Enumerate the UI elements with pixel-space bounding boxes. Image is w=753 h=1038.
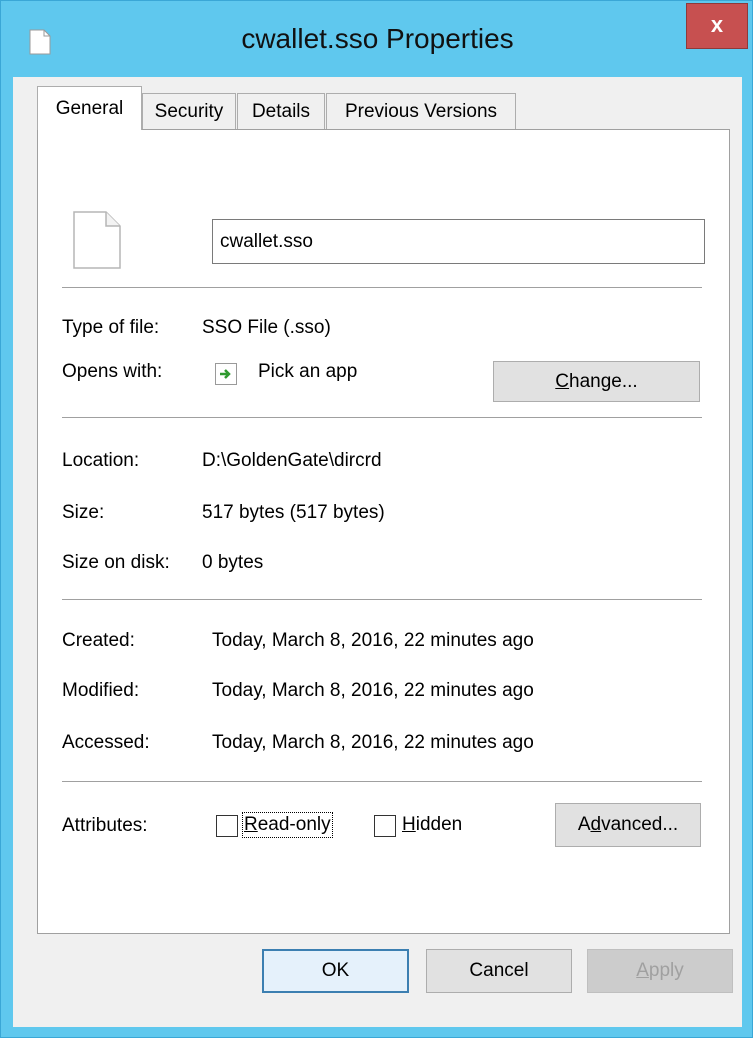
general-tab-panel: cwallet.sso Type of file: SSO File (.sso… (37, 129, 730, 934)
tab-details[interactable]: Details (237, 93, 325, 129)
apply-accel: A (636, 960, 649, 981)
hidden-checkbox[interactable] (374, 815, 396, 837)
hidden-text: idden (415, 814, 463, 835)
apply-text: pply (648, 960, 684, 981)
modified-value: Today, March 8, 2016, 22 minutes ago (212, 680, 534, 701)
size-label: Size: (62, 502, 105, 523)
change-accel: C (555, 371, 570, 392)
opens-with-value: Pick an app (258, 361, 358, 382)
cancel-label: Cancel (469, 960, 529, 981)
read-only-accel: R (244, 814, 258, 835)
advanced-pre: A (577, 814, 591, 835)
separator (62, 287, 702, 288)
ok-button[interactable]: OK (262, 949, 409, 993)
advanced-button[interactable]: Advanced... (555, 803, 701, 847)
type-of-file-value: SSO File (.sso) (202, 317, 331, 338)
separator (62, 599, 702, 600)
modified-label: Modified: (62, 680, 140, 701)
created-label: Created: (62, 630, 135, 651)
file-name-text: cwallet.sso (220, 231, 313, 252)
accessed-label: Accessed: (62, 732, 150, 753)
apply-button[interactable]: Apply (587, 949, 733, 993)
tab-security[interactable]: Security (142, 93, 236, 129)
hidden-label[interactable]: Hidden (402, 814, 462, 836)
hidden-accel: H (402, 814, 416, 835)
separator (62, 417, 702, 418)
opens-with-label: Opens with: (62, 361, 163, 382)
file-icon (73, 211, 121, 269)
attributes-label: Attributes: (62, 815, 148, 836)
title-bar[interactable]: cwallet.sso Properties x (1, 1, 753, 77)
close-button[interactable]: x (686, 3, 748, 49)
dialog-body: General Security Details Previous Versio… (13, 77, 742, 1027)
accessed-value: Today, March 8, 2016, 22 minutes ago (212, 732, 534, 753)
close-icon: x (710, 12, 724, 37)
window-title: cwallet.sso Properties (241, 23, 514, 54)
ok-label: OK (321, 960, 350, 981)
tab-previous-versions[interactable]: Previous Versions (326, 93, 516, 129)
type-of-file-label: Type of file: (62, 317, 160, 338)
read-only-text: ead-only (257, 814, 331, 835)
tab-label: Security (154, 101, 224, 122)
location-value: D:\GoldenGate\dircrd (202, 450, 382, 471)
created-value: Today, March 8, 2016, 22 minutes ago (212, 630, 534, 651)
advanced-text: vanced... (601, 814, 679, 835)
separator (62, 781, 702, 782)
tab-label: General (55, 98, 124, 119)
advanced-accel: d (590, 814, 602, 835)
change-label: hange... (569, 371, 638, 392)
tab-label: Previous Versions (344, 101, 498, 122)
size-on-disk-label: Size on disk: (62, 552, 170, 573)
read-only-checkbox[interactable] (216, 815, 238, 837)
read-only-label[interactable]: Read-only (242, 812, 333, 838)
tab-label: Details (251, 101, 311, 122)
properties-window: cwallet.sso Properties x General Securit… (0, 0, 753, 1038)
tab-general[interactable]: General (37, 86, 142, 130)
size-value: 517 bytes (517 bytes) (202, 502, 385, 523)
cancel-button[interactable]: Cancel (426, 949, 572, 993)
size-on-disk-value: 0 bytes (202, 552, 264, 573)
change-button[interactable]: Change... (493, 361, 700, 402)
pick-app-icon (215, 363, 237, 385)
file-name-input[interactable]: cwallet.sso (212, 219, 705, 264)
location-label: Location: (62, 450, 140, 471)
